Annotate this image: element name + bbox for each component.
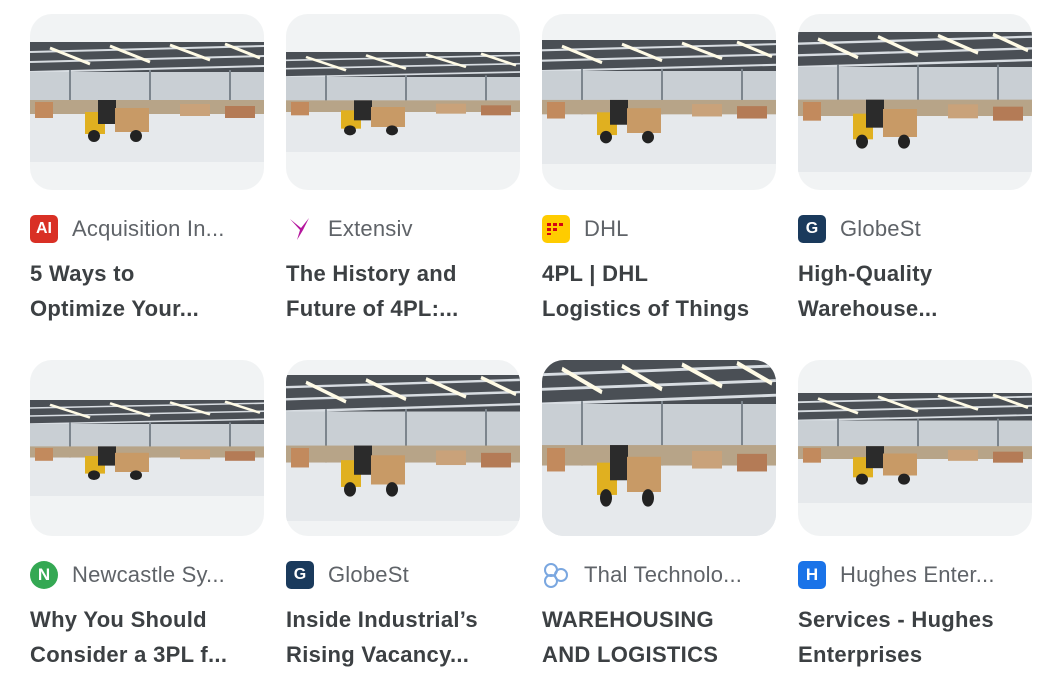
title-line: Inside Industrial’s (286, 607, 478, 632)
source-row[interactable]: G GlobeSt (798, 214, 1032, 244)
favicon-label: G (805, 220, 819, 237)
source-row[interactable]: H Hughes Enter... (798, 560, 1032, 590)
title-line: Optimize Your... (30, 296, 200, 321)
result-title[interactable]: High-Quality Warehouse... (798, 256, 1032, 326)
warehouse-forklift-image (286, 375, 520, 521)
globest-icon: G (798, 215, 826, 243)
title-line: AND LOGISTICS (542, 642, 719, 667)
result-title[interactable]: Why You Should Consider a 3PL f... (30, 602, 264, 672)
acquisition-icon: AI (30, 215, 58, 243)
warehouse-forklift-image (286, 52, 520, 152)
source-name: Extensiv (328, 216, 413, 241)
title-line: 4PL | DHL (542, 261, 649, 286)
source-name: GlobeSt (328, 562, 409, 587)
result-card[interactable]: Extensiv The History and Future of 4PL:.… (286, 14, 520, 340)
dhl-icon (542, 215, 570, 243)
warehouse-forklift-image (798, 393, 1032, 503)
result-title[interactable]: WAREHOUSING AND LOGISTICS (542, 602, 776, 672)
source-row[interactable]: Extensiv (286, 214, 520, 244)
result-card[interactable]: G GlobeSt High-Quality Warehouse... (798, 14, 1032, 340)
title-line: Logistics of Things (542, 296, 750, 321)
thumbnail[interactable] (798, 14, 1032, 190)
thal-icon (542, 561, 570, 589)
source-row[interactable]: DHL (542, 214, 776, 244)
title-line: High-Quality (798, 261, 933, 286)
source-name: GlobeSt (840, 216, 921, 241)
title-line: WAREHOUSING (542, 607, 714, 632)
hughes-icon: H (798, 561, 826, 589)
source-name: Thal Technolo... (584, 562, 743, 587)
result-title[interactable]: The History and Future of 4PL:... (286, 256, 520, 326)
warehouse-forklift-image (798, 32, 1032, 172)
result-title[interactable]: 4PL | DHL Logistics of Things (542, 256, 776, 326)
title-line: Warehouse... (798, 296, 938, 321)
result-title[interactable]: Services - Hughes Enterprises (798, 602, 1032, 672)
image-results-grid: AI Acquisition In... 5 Ways to Optimize … (30, 14, 1032, 686)
title-line: Services - Hughes (798, 607, 994, 632)
title-line: Rising Vacancy... (286, 642, 470, 667)
source-row[interactable]: Thal Technolo... (542, 560, 776, 590)
result-card[interactable]: G GlobeSt Inside Industrial’s Rising Vac… (286, 360, 520, 686)
thumbnail[interactable] (286, 360, 520, 536)
source-name: DHL (584, 216, 629, 241)
title-line: Consider a 3PL f... (30, 642, 228, 667)
result-card[interactable]: H Hughes Enter... Services - Hughes Ente… (798, 360, 1032, 686)
favicon-label: G (293, 566, 307, 583)
source-row[interactable]: G GlobeSt (286, 560, 520, 590)
source-row[interactable]: N Newcastle Sy... (30, 560, 264, 590)
title-line: Future of 4PL:... (286, 296, 459, 321)
title-line: The History and (286, 261, 457, 286)
thumbnail[interactable] (542, 360, 776, 536)
extensiv-icon (286, 215, 314, 243)
favicon-label: AI (36, 220, 52, 237)
result-title[interactable]: Inside Industrial’s Rising Vacancy... (286, 602, 520, 672)
warehouse-forklift-image (30, 400, 264, 496)
result-card[interactable]: Thal Technolo... WAREHOUSING AND LOGISTI… (542, 360, 776, 686)
result-title[interactable]: 5 Ways to Optimize Your... (30, 256, 264, 326)
newcastle-icon: N (30, 561, 58, 589)
result-card[interactable]: AI Acquisition In... 5 Ways to Optimize … (30, 14, 264, 340)
globest-icon: G (286, 561, 314, 589)
result-card[interactable]: DHL 4PL | DHL Logistics of Things (542, 14, 776, 340)
result-card[interactable]: N Newcastle Sy... Why You Should Conside… (30, 360, 264, 686)
thumbnail[interactable] (542, 14, 776, 190)
thumbnail[interactable] (30, 360, 264, 536)
thumbnail[interactable] (30, 14, 264, 190)
favicon-label: H (805, 565, 819, 584)
thumbnail[interactable] (798, 360, 1032, 536)
thumbnail[interactable] (286, 14, 520, 190)
favicon-label: N (37, 565, 51, 584)
source-row[interactable]: AI Acquisition In... (30, 214, 264, 244)
title-line: 5 Ways to (30, 261, 135, 286)
source-name: Newcastle Sy... (72, 562, 225, 587)
warehouse-forklift-image (542, 40, 776, 164)
warehouse-forklift-image (30, 42, 264, 162)
title-line: Why You Should (30, 607, 207, 632)
title-line: Enterprises (798, 642, 923, 667)
source-name: Acquisition In... (72, 216, 225, 241)
source-name: Hughes Enter... (840, 562, 995, 587)
warehouse-forklift-image (542, 360, 776, 536)
